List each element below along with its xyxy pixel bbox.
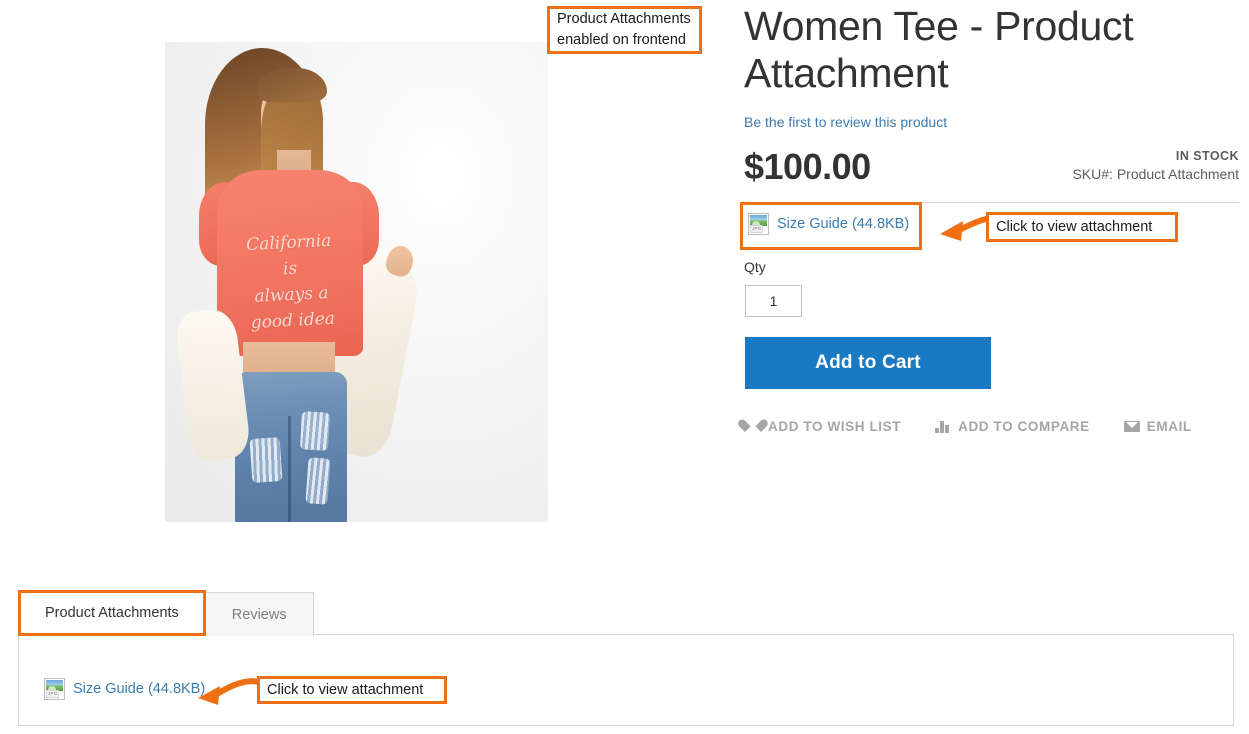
- qty-label: Qty: [744, 259, 766, 275]
- product-actions: ADD TO WISH LIST ADD TO COMPARE EMAIL: [745, 419, 1192, 434]
- status-badge: IN STOCK: [1175, 149, 1239, 163]
- page-title: Women Tee - Product Attachment: [744, 3, 1134, 96]
- attachment-label[interactable]: Size Guide (44.8KB): [777, 216, 909, 232]
- add-to-compare-label: ADD TO COMPARE: [958, 419, 1090, 434]
- attachment-link-top[interactable]: JPG Size Guide (44.8KB): [748, 213, 909, 235]
- email-link[interactable]: EMAIL: [1123, 419, 1192, 434]
- product-tabs: Product Attachments Reviews: [18, 590, 314, 636]
- add-to-wishlist-link[interactable]: ADD TO WISH LIST: [745, 419, 901, 434]
- file-type-label: JPG: [46, 690, 60, 698]
- tee-graphic-text: California is always a good idea: [245, 230, 336, 334]
- email-label: EMAIL: [1146, 419, 1192, 434]
- sku-label: SKU#:: [1072, 166, 1113, 182]
- jeans-rip: [249, 437, 283, 483]
- annotation-click-to-view-bottom: Click to view attachment: [257, 676, 447, 704]
- attachment-label[interactable]: Size Guide (44.8KB): [73, 681, 205, 697]
- jpg-file-icon: JPG: [748, 213, 769, 235]
- quantity-stepper[interactable]: [745, 285, 802, 317]
- tab-product-attachments[interactable]: Product Attachments: [18, 590, 206, 636]
- tab-product-attachments-label: Product Attachments: [45, 605, 179, 621]
- stock-and-sku: IN STOCK SKU#: Product Attachment: [1072, 149, 1239, 182]
- jeans-rip: [300, 411, 330, 451]
- jpg-file-icon: JPG: [44, 678, 65, 700]
- sku: SKU#: Product Attachment: [1072, 166, 1239, 182]
- tab-reviews-label: Reviews: [231, 606, 287, 623]
- annotation-enabled-frontend: Product Attachments enabled on frontend: [547, 6, 702, 54]
- price-row: $100.00 IN STOCK SKU#: Product Attachmen…: [744, 146, 1244, 194]
- write-review-link[interactable]: Be the first to review this product: [744, 114, 947, 130]
- tab-reviews[interactable]: Reviews: [204, 592, 314, 636]
- bar-chart-icon: [935, 419, 951, 434]
- heart-icon: [745, 419, 761, 434]
- envelope-icon: [1123, 419, 1140, 434]
- add-to-compare-link[interactable]: ADD TO COMPARE: [935, 419, 1090, 434]
- product-price: $100.00: [744, 146, 871, 187]
- annotation-click-to-view-top: Click to view attachment: [986, 212, 1178, 242]
- attachment-link-bottom[interactable]: JPG Size Guide (44.8KB): [44, 678, 205, 700]
- add-to-cart-button[interactable]: Add to Cart: [745, 337, 991, 389]
- model-jeans: [235, 372, 347, 522]
- jeans-rip: [305, 457, 331, 505]
- file-type-label: JPG: [750, 225, 764, 233]
- product-image[interactable]: California is always a good idea: [165, 42, 548, 522]
- model-bangs: [257, 68, 327, 102]
- sku-value: Product Attachment: [1116, 166, 1239, 182]
- product-info: Women Tee - Product Attachment Be the fi…: [744, 0, 1244, 203]
- add-to-wishlist-label: ADD TO WISH LIST: [768, 419, 902, 434]
- product-page: California is always a good idea Women T…: [0, 0, 1249, 734]
